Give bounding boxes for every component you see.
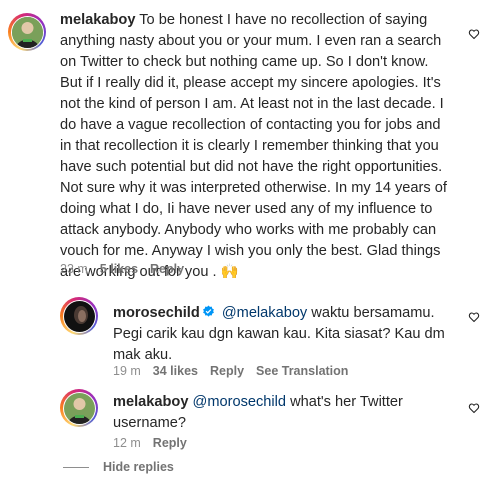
comment-line: doing what I do, Ii have never used any … — [60, 201, 433, 217]
comment-username[interactable]: morosechild — [113, 305, 200, 321]
see-translation-button[interactable]: See Translation — [256, 364, 348, 378]
avatar[interactable] — [8, 13, 46, 51]
comment-line: in that recollection it is clearly I rem… — [60, 138, 439, 154]
heart-outline-icon[interactable] — [468, 28, 480, 40]
comment-line: Pegi carik kau dgn kawan kau. Kita siasa… — [113, 326, 445, 342]
verified-badge-icon — [202, 305, 214, 317]
likes-count[interactable]: 5 likes — [100, 262, 138, 276]
reply-button[interactable]: Reply — [153, 436, 187, 450]
mention-link[interactable]: @morosechild — [193, 394, 287, 410]
comment-line: do have a vague recollection of contacti… — [60, 117, 441, 133]
hide-replies-label: Hide replies — [103, 460, 174, 474]
reply-button[interactable]: Reply — [210, 364, 244, 378]
comment-text: morosechild @melakaboy waktu bersamamu. … — [113, 303, 445, 366]
comment-username[interactable]: melakaboy — [60, 12, 135, 28]
comment-line: waktu bersamamu. — [307, 305, 435, 321]
avatar-image — [63, 300, 95, 332]
comment-line: But if I really did it, please accept my… — [60, 75, 441, 91]
comment-text: melakaboy To be honest I have no recolle… — [60, 10, 447, 283]
comment-meta: 19 m 34 likes Reply See Translation — [113, 364, 348, 378]
comment-line: username? — [113, 415, 187, 431]
avatar[interactable] — [60, 297, 98, 335]
avatar-image — [11, 16, 43, 48]
avatar-image — [63, 392, 95, 424]
comment-time: 23 m — [60, 262, 88, 276]
heart-outline-icon[interactable] — [468, 311, 480, 323]
comment-username[interactable]: melakaboy — [113, 394, 188, 410]
divider — [63, 466, 89, 468]
comment-line: attack anybody. Anybody who works with m… — [60, 222, 437, 238]
comment-time: 19 m — [113, 364, 141, 378]
comment-text: melakaboy @morosechild what's her Twitte… — [113, 392, 403, 434]
comment-meta: 23 m 5 likes Reply — [60, 262, 184, 276]
comment-line: not the kind of person I am. At least no… — [60, 96, 444, 112]
comment-line: To be honest I have no recollection of s… — [139, 12, 428, 28]
mention-link[interactable]: @melakaboy — [222, 305, 307, 321]
comment-line: mak aku. — [113, 347, 173, 363]
hide-replies-button[interactable]: Hide replies — [63, 460, 174, 474]
comment-line: anything nasty about you or your mum. I … — [60, 33, 442, 49]
comment-time: 12 m — [113, 436, 141, 450]
comment-line: have such potential but did not have the… — [60, 159, 443, 175]
comment-line: vouch for me. Anyway I wish you only the… — [60, 243, 441, 259]
likes-count[interactable]: 34 likes — [153, 364, 198, 378]
reply-button[interactable]: Reply — [150, 262, 184, 276]
comment-line: Not sure why it was interpreted otherwis… — [60, 180, 447, 196]
heart-outline-icon[interactable] — [468, 402, 480, 414]
comment-line: on Twitter to check but nothing came up.… — [60, 54, 429, 70]
comment-meta: 12 m Reply — [113, 436, 187, 450]
comment-line: what's her Twitter — [286, 394, 403, 410]
avatar[interactable] — [60, 389, 98, 427]
